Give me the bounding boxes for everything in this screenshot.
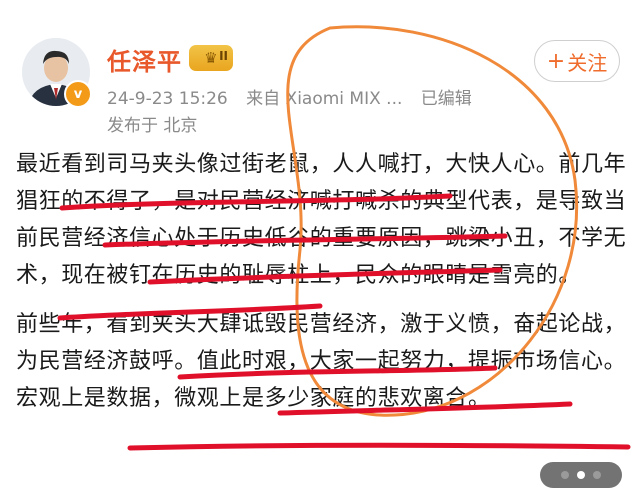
level-badge-text: II bbox=[219, 49, 228, 63]
pager-dot-active[interactable] bbox=[577, 471, 585, 479]
post-paragraph-1: 最近看到司马夹头像过街老鼠，人人喊打，大快人心。前几年猖狂的不得了，是对民营经济… bbox=[16, 152, 627, 288]
edited-label[interactable]: 已编辑 bbox=[421, 89, 472, 109]
source-device: 来自 Xiaomi MIX ... bbox=[246, 89, 403, 109]
vip-crown-badge[interactable]: ♛ II bbox=[189, 45, 233, 71]
post-paragraph-2: 前些年，看到夹头大肆诋毁民营经济，激于义愤，奋起论战，为民营经济鼓呼。值此时艰，… bbox=[16, 312, 627, 411]
author-name[interactable]: 任泽平 bbox=[107, 42, 182, 77]
follow-button-label: 关注 bbox=[567, 50, 608, 75]
plus-icon: + bbox=[546, 48, 566, 74]
pager-dot[interactable] bbox=[593, 471, 601, 479]
image-pager[interactable] bbox=[540, 462, 622, 488]
verified-badge-icon: v bbox=[64, 80, 92, 108]
post-meta: 24-9-23 15:26 来自 Xiaomi MIX ... 已编辑 bbox=[107, 84, 485, 109]
timestamp: 24-9-23 15:26 bbox=[107, 89, 228, 109]
post-body: 最近看到司马夹头像过街老鼠，人人喊打，大快人心。前几年猖狂的不得了，是对民营经济… bbox=[16, 146, 628, 417]
underline-7 bbox=[127, 442, 631, 451]
pager-dot[interactable] bbox=[561, 471, 569, 479]
follow-button[interactable]: + 关注 bbox=[534, 40, 620, 82]
post-location: 发布于 北京 bbox=[107, 116, 198, 136]
crown-icon: ♛ bbox=[204, 49, 218, 67]
